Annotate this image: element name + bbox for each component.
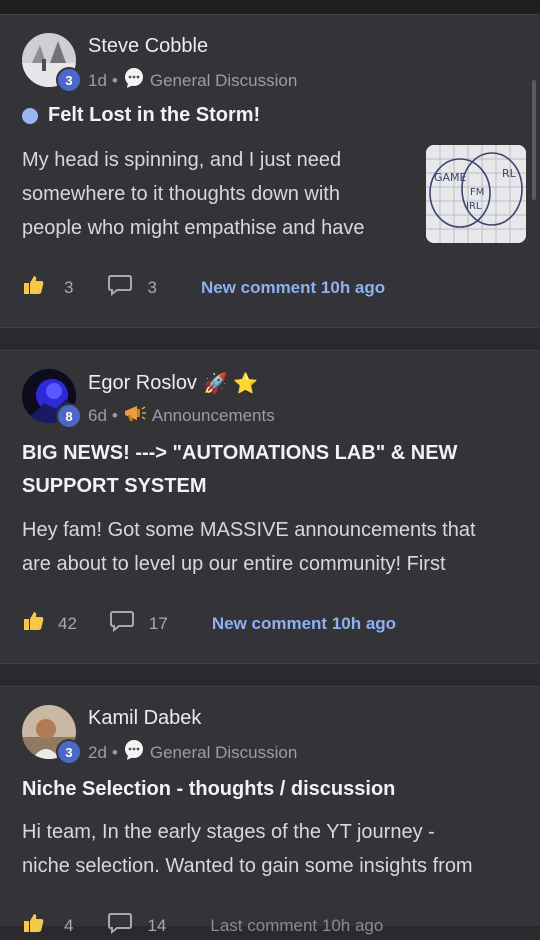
author-emojis: 🚀 ⭐: [202, 373, 259, 395]
category-link[interactable]: General Discussion: [150, 743, 297, 763]
post-time: 1d: [88, 70, 107, 90]
author-name-row[interactable]: Egor Roslov 🚀 ⭐: [88, 371, 258, 396]
thumbnail-label: IRL: [466, 201, 482, 212]
activity-link[interactable]: New comment 10h ago: [212, 614, 396, 634]
post-excerpt[interactable]: Hi team, In the early stages of the YT j…: [22, 815, 473, 883]
comment-icon[interactable]: [107, 274, 133, 301]
like-count: 3: [64, 277, 74, 297]
post-title-row[interactable]: Felt Lost in the Storm!: [22, 99, 260, 132]
thumbs-up-icon[interactable]: [22, 273, 46, 302]
level-badge: 3: [56, 739, 82, 765]
excerpt-line: Hi team, In the early stages of the YT j…: [22, 821, 435, 843]
speech-bubble-icon: [123, 67, 145, 94]
category-link[interactable]: Announcements: [152, 406, 275, 426]
author-name[interactable]: Egor Roslov: [88, 372, 197, 395]
excerpt-line: somewhere to it thoughts down with: [22, 183, 340, 205]
speech-bubble-icon: [123, 739, 145, 766]
post-excerpt[interactable]: My head is spinning, and I just need som…: [22, 143, 364, 245]
post-card[interactable]: 3 Kamil Dabek 2d • General Discussion Ni…: [0, 686, 540, 935]
thumbnail-label: GAME: [434, 171, 467, 184]
comment-count: 17: [148, 613, 168, 633]
level-badge: 3: [56, 67, 82, 93]
scrollbar[interactable]: [532, 80, 536, 200]
thumbs-up-icon[interactable]: [22, 609, 46, 638]
comment-count: 3: [147, 277, 157, 297]
post-meta: 2d • General Discussion: [88, 739, 297, 766]
activity-link[interactable]: New comment 10h ago: [201, 278, 385, 298]
unread-dot-icon: [22, 107, 38, 124]
post-meta: 1d • General Discussion: [88, 67, 297, 94]
author-name[interactable]: Steve Cobble: [88, 35, 208, 58]
separator-dot: •: [111, 742, 118, 762]
post-title[interactable]: Niche Selection - thoughts / discussion: [22, 773, 395, 806]
title-line: SUPPORT SYSTEM: [22, 475, 207, 497]
post-thumbnail[interactable]: GAME RL FM IRL: [426, 145, 526, 243]
post-title[interactable]: Felt Lost in the Storm!: [48, 99, 260, 132]
author-name[interactable]: Kamil Dabek: [88, 707, 201, 730]
post-time: 2d: [88, 742, 107, 762]
top-bar: [0, 0, 540, 14]
excerpt-line: people who might empathise and have: [22, 217, 365, 239]
like-count: 42: [58, 613, 77, 633]
excerpt-line: are about to level up our entire communi…: [22, 553, 446, 575]
post-actions: 42 17 New comment 10h ago: [22, 609, 396, 638]
post-time: 6d: [88, 405, 107, 425]
title-line: BIG NEWS! ---> "AUTOMATIONS LAB" & NEW: [22, 442, 458, 464]
thumbnail-label: RL: [502, 167, 517, 180]
post-actions: 3 3 New comment 10h ago: [22, 273, 385, 302]
post-card[interactable]: 3 Steve Cobble 1d • General Discussion F…: [0, 14, 540, 328]
megaphone-icon: [123, 403, 147, 428]
excerpt-line: niche selection. Wanted to gain some ins…: [22, 855, 473, 877]
separator-dot: •: [111, 405, 118, 425]
post-excerpt[interactable]: Hey fam! Got some MASSIVE announcements …: [22, 513, 476, 581]
thumbnail-label: FM: [470, 187, 484, 198]
category-link[interactable]: General Discussion: [150, 71, 297, 91]
post-meta: 6d • Announcements: [88, 403, 275, 428]
separator-dot: •: [111, 70, 118, 90]
excerpt-line: Hey fam! Got some MASSIVE announcements …: [22, 519, 476, 541]
level-badge: 8: [56, 403, 82, 429]
post-card[interactable]: 8 Egor Roslov 🚀 ⭐ 6d • Announcements BIG…: [0, 350, 540, 664]
excerpt-line: My head is spinning, and I just need: [22, 149, 342, 171]
post-title[interactable]: BIG NEWS! ---> "AUTOMATIONS LAB" & NEW S…: [22, 437, 457, 503]
comment-icon[interactable]: [109, 610, 135, 637]
